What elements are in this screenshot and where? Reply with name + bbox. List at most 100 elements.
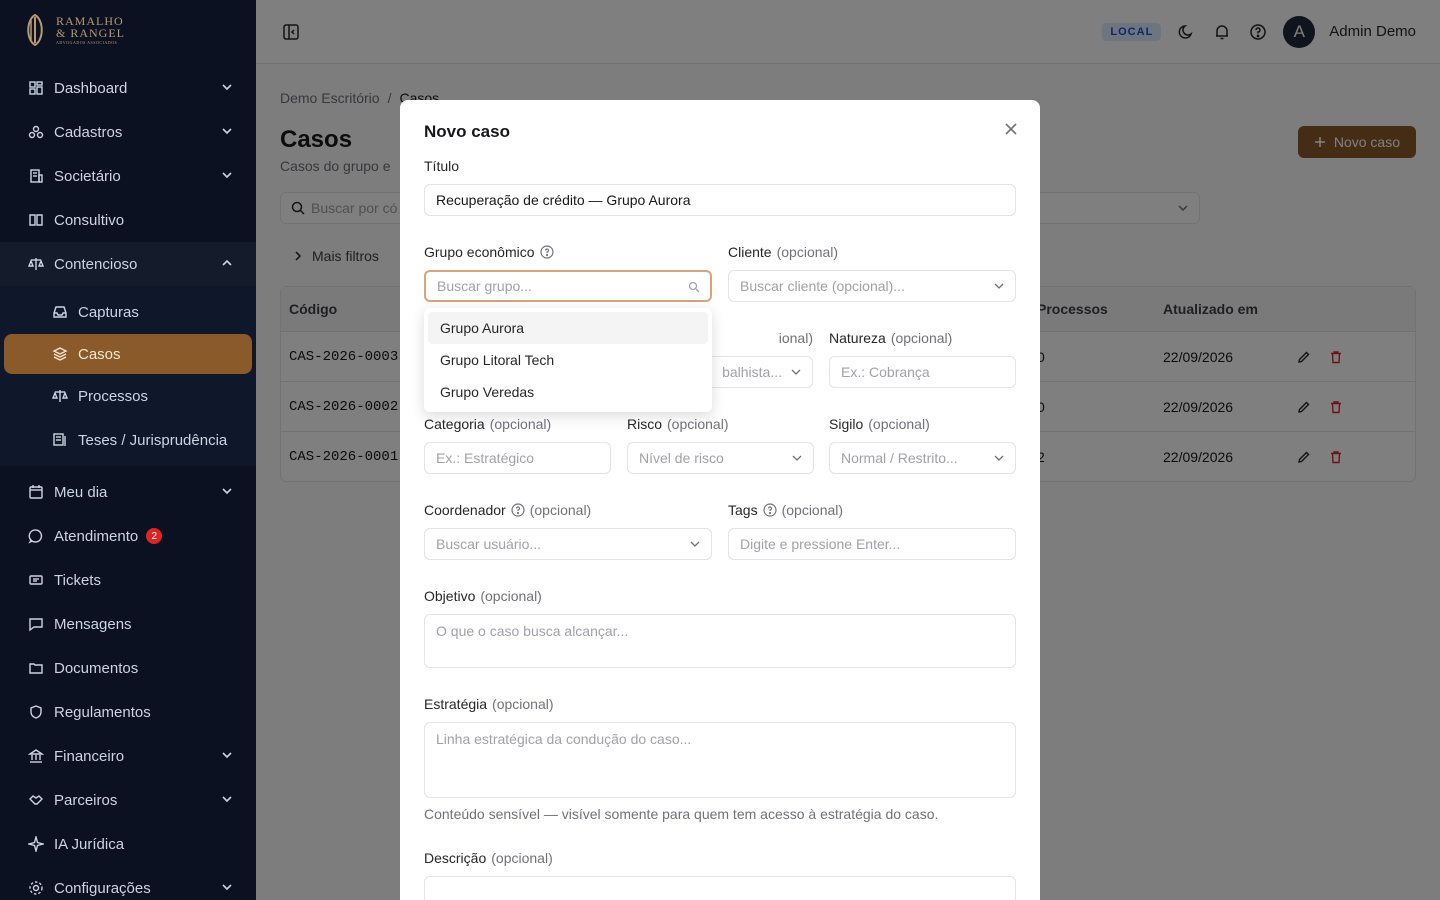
cliente-placeholder: Buscar cliente (opcional)...	[740, 278, 905, 294]
estrategia-label-text: Estratégia	[424, 696, 488, 712]
sidebar-item-cadastros[interactable]: Cadastros	[0, 110, 256, 154]
sidebar-item-label: Configurações	[54, 879, 151, 897]
optional-tag: (opcional)	[667, 416, 729, 432]
sigilo-label-text: Sigilo	[829, 416, 864, 432]
grupo-option[interactable]: Grupo Litoral Tech	[428, 344, 708, 376]
coordenador-label: Coordenador (opcional)	[424, 502, 712, 518]
objetivo-label-text: Objetivo	[424, 588, 476, 604]
grupo-placeholder: Buscar grupo...	[437, 278, 532, 294]
sidebar-item-capturas[interactable]: Capturas	[0, 290, 256, 334]
sidebar-item-dashboard[interactable]: Dashboard	[0, 66, 256, 110]
brand-logo[interactable]: RAMALHO & RANGEL ADVOGADOS ASSOCIADOS	[0, 0, 256, 60]
bank-icon	[28, 748, 44, 764]
cadastros-icon	[28, 124, 44, 140]
optional-tag: (opcional)	[529, 502, 592, 518]
sidebar-item-atendimento[interactable]: Atendimento 2	[0, 514, 256, 558]
help-icon[interactable]	[762, 503, 777, 517]
field-estrategia: Estratégia (opcional) Linha estratégica …	[424, 696, 1016, 822]
sidebar-item-tickets[interactable]: Tickets	[0, 558, 256, 602]
ticket-icon	[28, 572, 44, 588]
sidebar-item-ia-juridica[interactable]: IA Jurídica	[0, 822, 256, 866]
chevron-down-icon	[222, 884, 232, 891]
sidebar-item-label: Dashboard	[54, 79, 128, 97]
cliente-select[interactable]: Buscar cliente (opcional)...	[728, 270, 1016, 302]
estrategia-textarea[interactable]: Linha estratégica da condução do caso...	[424, 722, 1016, 798]
sidebar-item-parceiros[interactable]: Parceiros	[0, 778, 256, 822]
grupo-option[interactable]: Grupo Aurora	[428, 312, 708, 344]
help-icon[interactable]	[511, 503, 525, 517]
titulo-label-text: Título	[424, 158, 460, 174]
titulo-input[interactable]: Recuperação de crédito — Grupo Aurora	[424, 184, 1016, 216]
objetivo-textarea[interactable]: O que o caso busca alcançar...	[424, 614, 1016, 668]
tags-input[interactable]: Digite e pressione Enter...	[728, 528, 1016, 560]
sidebar-item-contencioso[interactable]: Contencioso	[0, 242, 256, 286]
sidebar-subnav-contencioso: Capturas Casos Processos Teses / Jurispr…	[0, 286, 256, 466]
field-sigilo: Sigilo (opcional) Normal / Restrito...	[829, 416, 1016, 474]
sidebar-item-casos[interactable]: Casos	[4, 334, 252, 374]
descricao-textarea[interactable]	[424, 876, 1016, 900]
categoria-input[interactable]: Ex.: Estratégico	[424, 442, 611, 474]
sigilo-select[interactable]: Normal / Restrito...	[829, 442, 1016, 474]
optional-tag: (opcional)	[489, 416, 552, 432]
help-icon[interactable]	[539, 245, 554, 259]
sidebar-item-financeiro[interactable]: Financeiro	[0, 734, 256, 778]
sigilo-placeholder: Normal / Restrito...	[841, 450, 958, 466]
gear-icon	[28, 880, 44, 896]
sidebar-nav: Dashboard Cadastros Societário Consultiv…	[0, 60, 256, 286]
sidebar-item-label: Casos	[78, 345, 121, 363]
optional-tag: (opcional)	[492, 696, 554, 712]
chat-icon	[28, 528, 44, 544]
descricao-label-text: Descrição	[424, 850, 487, 866]
brand-text: RAMALHO & RANGEL ADVOGADOS ASSOCIADOS	[56, 15, 125, 45]
close-icon[interactable]	[1002, 120, 1020, 138]
sidebar-item-teses[interactable]: Teses / Jurisprudência	[0, 418, 256, 462]
grupo-option[interactable]: Grupo Veredas	[428, 376, 708, 408]
chevron-down-icon	[222, 84, 232, 91]
field-objetivo: Objetivo (opcional) O que o caso busca a…	[424, 588, 1016, 668]
cliente-label: Cliente (opcional)	[728, 244, 1016, 260]
sidebar-item-processos[interactable]: Processos	[0, 374, 256, 418]
risco-select[interactable]: Nível de risco	[627, 442, 814, 474]
field-risco: Risco (opcional) Nível de risco	[627, 416, 814, 474]
tags-label-text: Tags	[728, 502, 758, 518]
chevron-down-icon	[791, 369, 801, 375]
sidebar-nav-lower: Meu dia Atendimento 2 Tickets Mensagens …	[0, 466, 256, 900]
sidebar-item-label: Mensagens	[54, 615, 132, 633]
folder-icon	[28, 660, 44, 676]
chevron-down-icon	[222, 128, 232, 135]
field-cliente: Cliente (opcional) Buscar cliente (opcio…	[728, 244, 1016, 302]
optional-tag: (opcional)	[776, 244, 839, 260]
sidebar-item-documentos[interactable]: Documentos	[0, 646, 256, 690]
sidebar-item-label: Consultivo	[54, 211, 125, 229]
natureza-label-text: Natureza	[829, 330, 886, 346]
sidebar-item-societario[interactable]: Societário	[0, 154, 256, 198]
scale-icon	[28, 256, 44, 272]
coordenador-select[interactable]: Buscar usuário...	[424, 528, 712, 560]
field-tags: Tags (opcional) Digite e pressione Enter…	[728, 502, 1016, 560]
sidebar-item-configuracoes[interactable]: Configurações	[0, 866, 256, 900]
area-placeholder: balhista...	[722, 364, 782, 380]
scale-icon	[52, 388, 68, 404]
sparkle-icon	[28, 836, 44, 852]
sidebar-item-mensagens[interactable]: Mensagens	[0, 602, 256, 646]
sidebar-item-label: Meu dia	[54, 483, 108, 501]
sidebar-item-consultivo[interactable]: Consultivo	[0, 198, 256, 242]
categoria-label: Categoria (opcional)	[424, 416, 611, 432]
optional-tag: (opcional)	[890, 330, 953, 346]
objetivo-label: Objetivo (opcional)	[424, 588, 1016, 604]
sidebar: RAMALHO & RANGEL ADVOGADOS ASSOCIADOS Da…	[0, 0, 256, 900]
cliente-label-text: Cliente	[728, 244, 772, 260]
grupo-search-input[interactable]: Buscar grupo...	[424, 270, 712, 302]
sidebar-item-regulamentos[interactable]: Regulamentos	[0, 690, 256, 734]
sidebar-item-label: Societário	[54, 167, 121, 185]
chevron-down-icon	[994, 455, 1004, 461]
natureza-input[interactable]: Ex.: Cobrança	[829, 356, 1016, 388]
sidebar-item-meu-dia[interactable]: Meu dia	[0, 470, 256, 514]
brand-line-3: ADVOGADOS ASSOCIADOS	[56, 40, 118, 45]
brand-line-2: & RANGEL	[56, 26, 125, 40]
field-categoria: Categoria (opcional) Ex.: Estratégico	[424, 416, 611, 474]
sidebar-item-label: Regulamentos	[54, 703, 151, 721]
dashboard-icon	[28, 80, 44, 96]
chevron-down-icon	[690, 541, 700, 547]
optional-tag: (opcional)	[491, 850, 553, 866]
